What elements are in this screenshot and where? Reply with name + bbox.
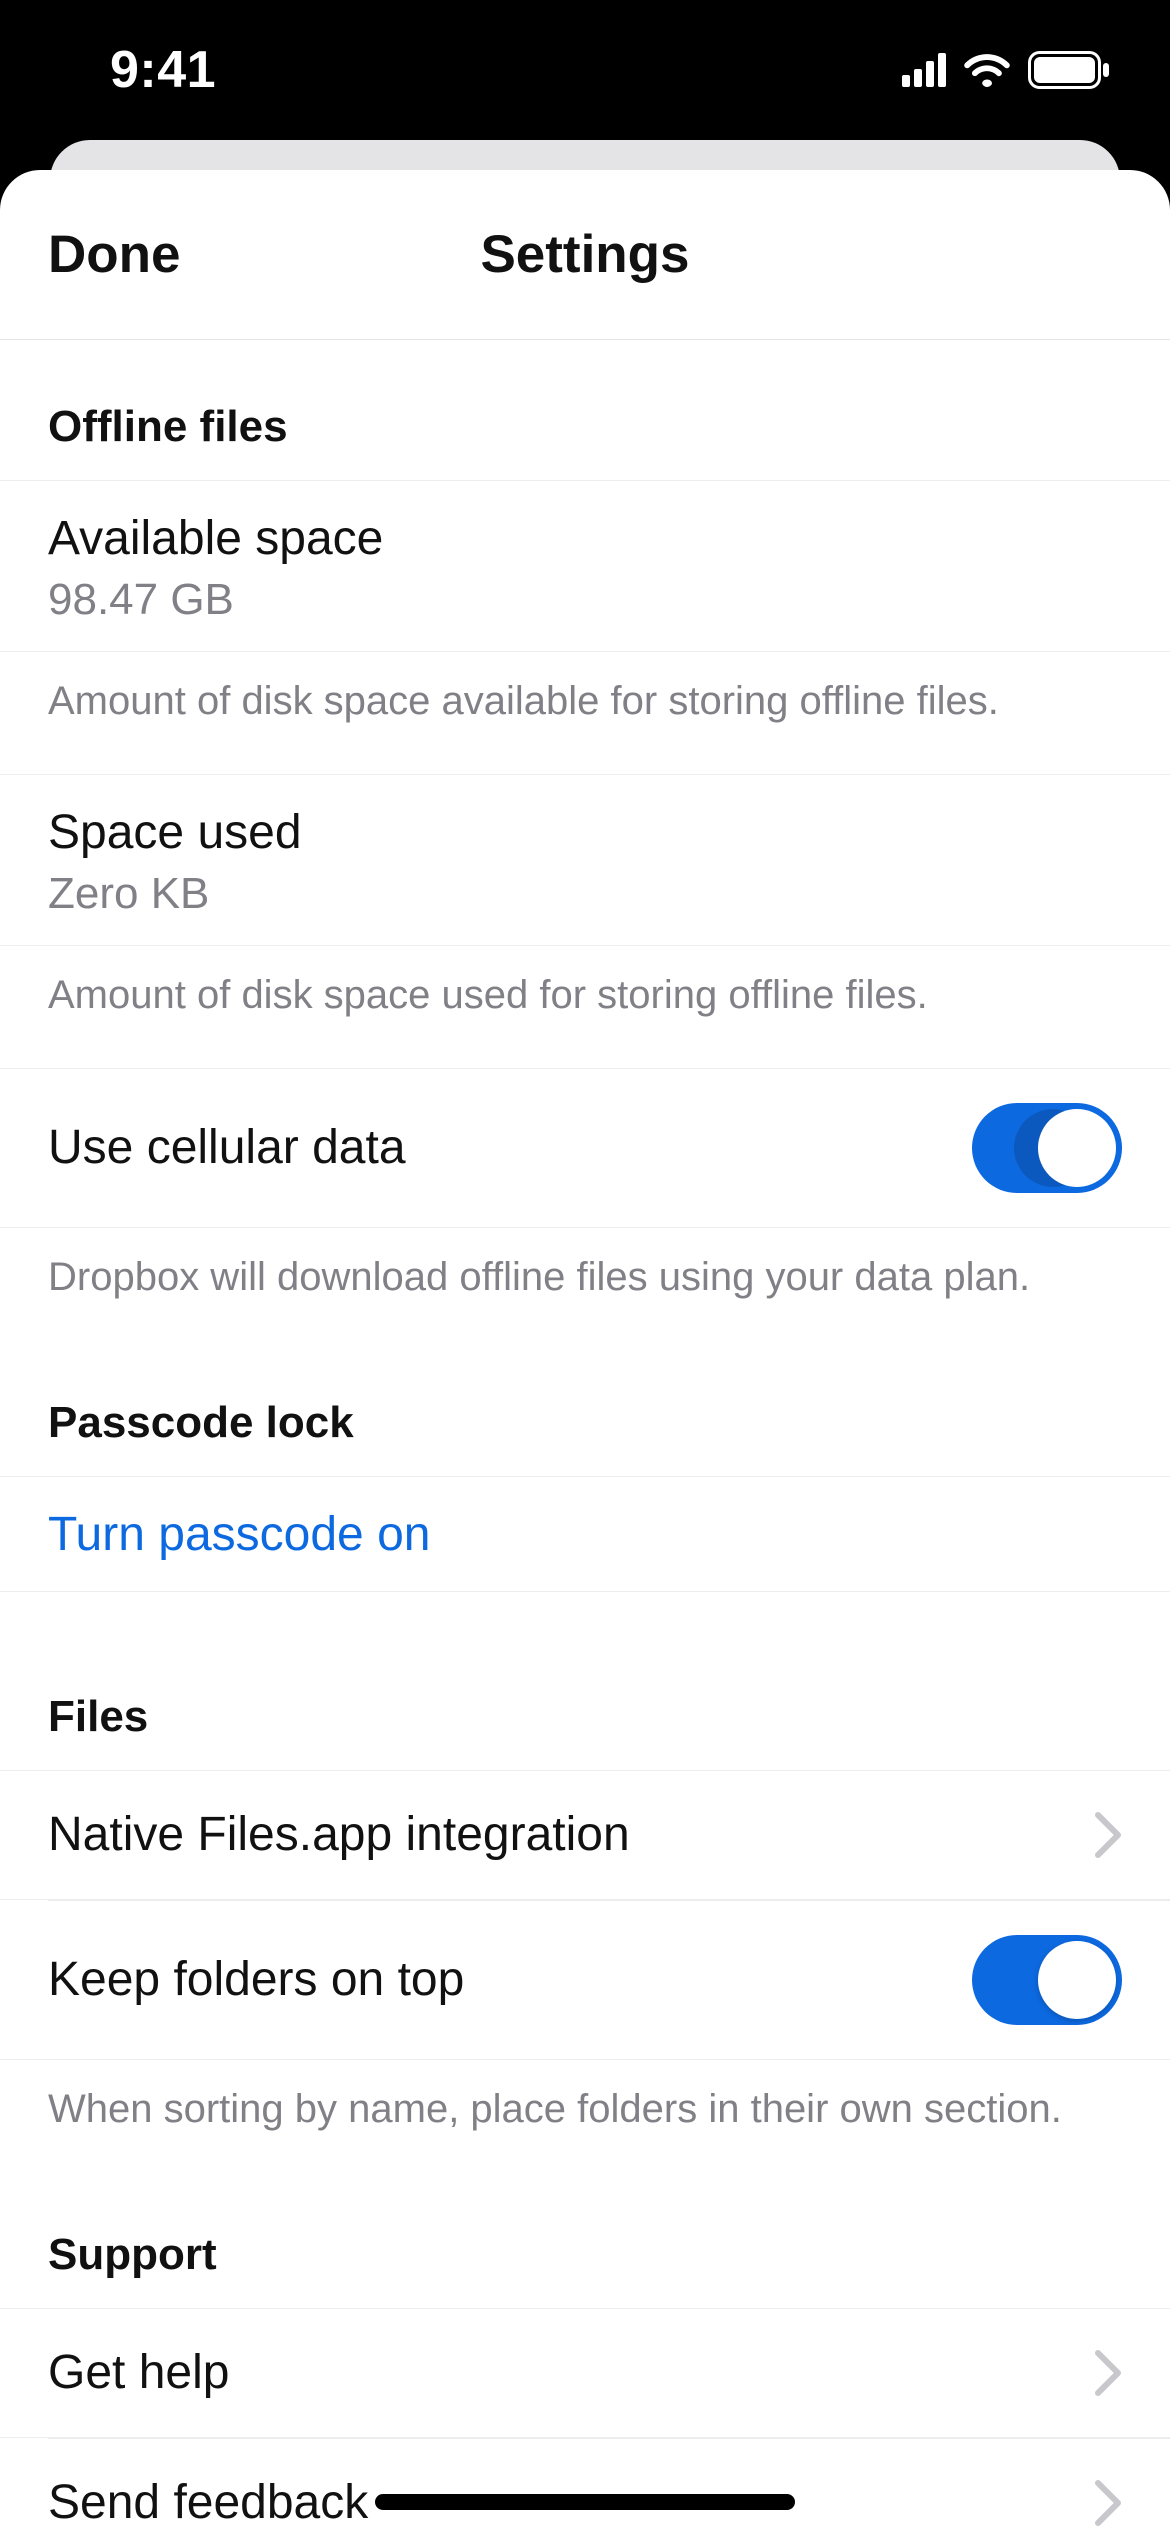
send-feedback-cell[interactable]: Send feedback <box>0 2439 1170 2532</box>
section-header-passcode: Passcode lock <box>0 1350 1170 1476</box>
keep-folders-footer: When sorting by name, place folders in t… <box>0 2060 1170 2182</box>
status-bar: 9:41 <box>0 0 1170 140</box>
keep-folders-cell[interactable]: Keep folders on top <box>0 1901 1170 2060</box>
cellular-signal-icon <box>902 53 946 87</box>
done-button[interactable]: Done <box>48 224 181 285</box>
keep-folders-label: Keep folders on top <box>48 1950 972 2010</box>
home-indicator[interactable] <box>375 2494 795 2510</box>
section-header-files: Files <box>0 1592 1170 1770</box>
space-used-cell[interactable]: Space used Zero KB <box>0 774 1170 946</box>
section-header-offline: Offline files <box>0 340 1170 480</box>
settings-sheet: Done Settings Offline files Available sp… <box>0 170 1170 2532</box>
chevron-right-icon <box>1094 1811 1122 1859</box>
status-icons <box>902 51 1110 89</box>
get-help-cell[interactable]: Get help <box>0 2308 1170 2438</box>
page-title: Settings <box>480 224 689 285</box>
chevron-right-icon <box>1094 2479 1122 2527</box>
wifi-icon <box>964 53 1010 87</box>
available-space-label: Available space <box>48 509 1122 569</box>
space-used-label: Space used <box>48 803 1122 863</box>
space-used-footer: Amount of disk space used for storing of… <box>0 946 1170 1068</box>
keep-folders-toggle[interactable] <box>972 1935 1122 2025</box>
turn-passcode-on-button[interactable]: Turn passcode on <box>0 1476 1170 1592</box>
use-cellular-footer: Dropbox will download offline files usin… <box>0 1228 1170 1350</box>
status-time: 9:41 <box>110 40 216 100</box>
use-cellular-cell[interactable]: Use cellular data <box>0 1068 1170 1228</box>
section-header-support: Support <box>0 2182 1170 2308</box>
available-space-value: 98.47 GB <box>48 575 1122 625</box>
space-used-value: Zero KB <box>48 869 1122 919</box>
get-help-label: Get help <box>48 2343 1074 2403</box>
use-cellular-label: Use cellular data <box>48 1118 972 1178</box>
nav-bar: Done Settings <box>0 170 1170 340</box>
turn-passcode-on-label: Turn passcode on <box>48 1505 1122 1565</box>
settings-content: Offline files Available space 98.47 GB A… <box>0 340 1170 2532</box>
available-space-footer: Amount of disk space available for stori… <box>0 652 1170 774</box>
battery-icon <box>1028 51 1110 89</box>
native-files-cell[interactable]: Native Files.app integration <box>0 1770 1170 1900</box>
available-space-cell[interactable]: Available space 98.47 GB <box>0 480 1170 652</box>
native-files-label: Native Files.app integration <box>48 1805 1074 1865</box>
use-cellular-toggle[interactable] <box>972 1103 1122 1193</box>
chevron-right-icon <box>1094 2349 1122 2397</box>
